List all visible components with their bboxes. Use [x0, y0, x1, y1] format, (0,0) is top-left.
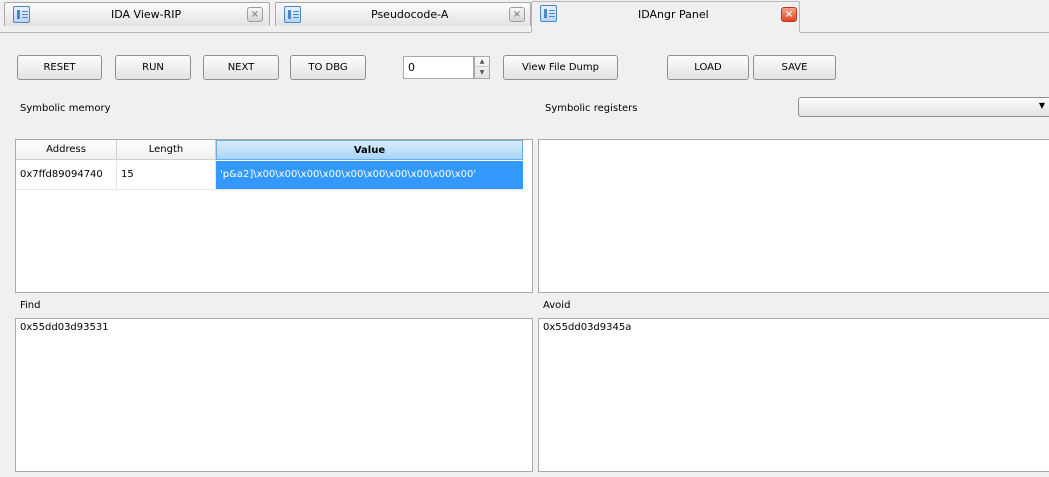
- load-button[interactable]: LOAD: [667, 55, 749, 80]
- table-grid-line: [215, 161, 216, 189]
- symbolic-registers-label: Symbolic registers: [545, 103, 638, 114]
- pseudocode-icon: [284, 6, 301, 23]
- chevron-down-icon: ▼: [1038, 101, 1045, 110]
- column-header-address[interactable]: Address: [16, 140, 117, 160]
- table-grid-line: [16, 189, 522, 190]
- save-button[interactable]: SAVE: [753, 55, 836, 80]
- run-button[interactable]: RUN: [115, 55, 191, 80]
- table-grid-line: [116, 161, 117, 189]
- spin-down-icon[interactable]: ▼: [475, 68, 489, 78]
- table-cell-value[interactable]: 'p&a2]\x00\x00\x00\x00\x00\x00\x00\x00\x…: [216, 161, 523, 189]
- ida-view-icon: [13, 6, 30, 23]
- avoid-address-text: 0x55dd03d9345a: [543, 322, 632, 333]
- tab-ida-view[interactable]: IDA View-RIP ×: [4, 2, 270, 26]
- find-address-text: 0x55dd03d93531: [20, 322, 109, 333]
- reset-button[interactable]: RESET: [17, 55, 102, 80]
- step-count-spinner[interactable]: ▲ ▼: [474, 56, 490, 79]
- idangr-panel-icon: [540, 5, 557, 22]
- to-dbg-button[interactable]: TO DBG: [290, 55, 366, 80]
- tab-title: IDA View-RIP: [111, 8, 182, 21]
- close-icon[interactable]: ×: [509, 7, 525, 22]
- avoid-textarea[interactable]: 0x55dd03d9345a: [538, 318, 1049, 472]
- tab-bar-divider: [0, 32, 1049, 33]
- spin-up-icon[interactable]: ▲: [475, 57, 489, 67]
- close-icon[interactable]: ×: [781, 7, 797, 22]
- symbolic-registers-select[interactable]: ▼: [798, 97, 1049, 117]
- symbolic-memory-table[interactable]: Address Length Value 0x7ffd89094740 15 '…: [15, 139, 533, 293]
- tab-title: Pseudocode-A: [371, 8, 449, 21]
- find-label: Find: [20, 300, 41, 311]
- tab-bar-active-gap: [531, 32, 800, 33]
- column-header-length[interactable]: Length: [117, 140, 216, 160]
- view-file-dump-button[interactable]: View File Dump: [503, 55, 618, 80]
- tab-bar: IDA View-RIP × Pseudocode-A × IDAngr Pan…: [0, 0, 1049, 33]
- find-textarea[interactable]: 0x55dd03d93531: [15, 318, 533, 472]
- symbolic-registers-list[interactable]: [538, 139, 1049, 293]
- avoid-label: Avoid: [543, 300, 571, 311]
- tab-idangr-panel[interactable]: IDAngr Panel ×: [531, 1, 800, 33]
- next-button[interactable]: NEXT: [203, 55, 279, 80]
- tab-pseudocode[interactable]: Pseudocode-A ×: [275, 2, 531, 26]
- tab-title: IDAngr Panel: [638, 8, 709, 21]
- column-header-value[interactable]: Value: [216, 140, 523, 160]
- step-count-input[interactable]: 0: [403, 56, 474, 79]
- symbolic-memory-label: Symbolic memory: [20, 103, 111, 114]
- table-cell-length[interactable]: 15: [117, 161, 216, 189]
- close-icon[interactable]: ×: [247, 7, 263, 22]
- table-cell-address[interactable]: 0x7ffd89094740: [16, 161, 117, 189]
